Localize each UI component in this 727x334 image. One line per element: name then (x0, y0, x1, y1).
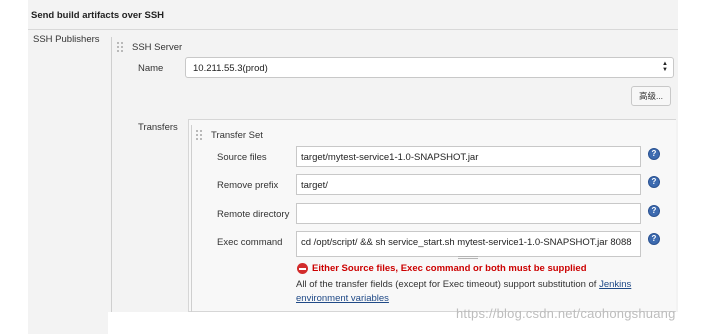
ssh-server-title: SSH Server (132, 42, 183, 53)
textarea-resize-handle[interactable] (458, 256, 478, 259)
jenkins-config-page: Send build artifacts over SSH SSH Publis… (0, 0, 727, 334)
info-line-1: All of the transfer fields (except for E… (296, 279, 597, 290)
name-label: Name (138, 63, 164, 74)
ssh-publishers-label: SSH Publishers (33, 34, 100, 45)
source-files-help-icon[interactable]: ? (648, 148, 660, 160)
source-files-label: Source files (217, 152, 267, 163)
remote-directory-input[interactable] (296, 203, 641, 224)
exec-command-textarea[interactable]: cd /opt/script/ && sh service_start.sh m… (296, 231, 641, 257)
exec-command-help-icon[interactable]: ? (648, 233, 660, 245)
source-files-input[interactable]: target/mytest-service1-1.0-SNAPSHOT.jar (296, 146, 641, 167)
exec-command-label: Exec command (217, 237, 283, 248)
jenkins-link[interactable]: Jenkins (599, 279, 631, 290)
ssh-server-name-select[interactable]: 10.211.55.3(prod) ▲ ▼ (185, 57, 674, 78)
remove-prefix-help-icon[interactable]: ? (648, 176, 660, 188)
error-icon (297, 263, 308, 274)
ssh-server-drag-handle[interactable] (117, 42, 126, 53)
ssh-server-name-value: 10.211.55.3(prod) (193, 63, 268, 74)
left-column (28, 30, 108, 334)
ssh-server-divider (111, 37, 112, 312)
info-text: All of the transfer fields (except for E… (296, 279, 631, 290)
transfer-set-divider (191, 125, 192, 312)
transfers-label: Transfers (138, 122, 178, 133)
advanced-button[interactable]: 高级... (631, 86, 671, 106)
watermark: https://blog.csdn.net/caohongshuang (456, 306, 676, 321)
remove-prefix-label: Remove prefix (217, 180, 279, 191)
remote-directory-help-icon[interactable]: ? (648, 205, 660, 217)
remove-prefix-input[interactable]: target/ (296, 174, 641, 195)
environment-variables-link[interactable]: environment variables (296, 293, 389, 304)
section-title: Send build artifacts over SSH (31, 10, 165, 21)
validation-error-text: Either Source files, Exec command or bot… (312, 263, 587, 274)
transfer-set-title: Transfer Set (211, 130, 263, 141)
remote-directory-label: Remote directory (217, 209, 290, 220)
transfer-set-drag-handle[interactable] (196, 130, 205, 141)
info-text-2: environment variables (296, 293, 389, 304)
select-arrows-icon: ▲ ▼ (662, 61, 668, 73)
